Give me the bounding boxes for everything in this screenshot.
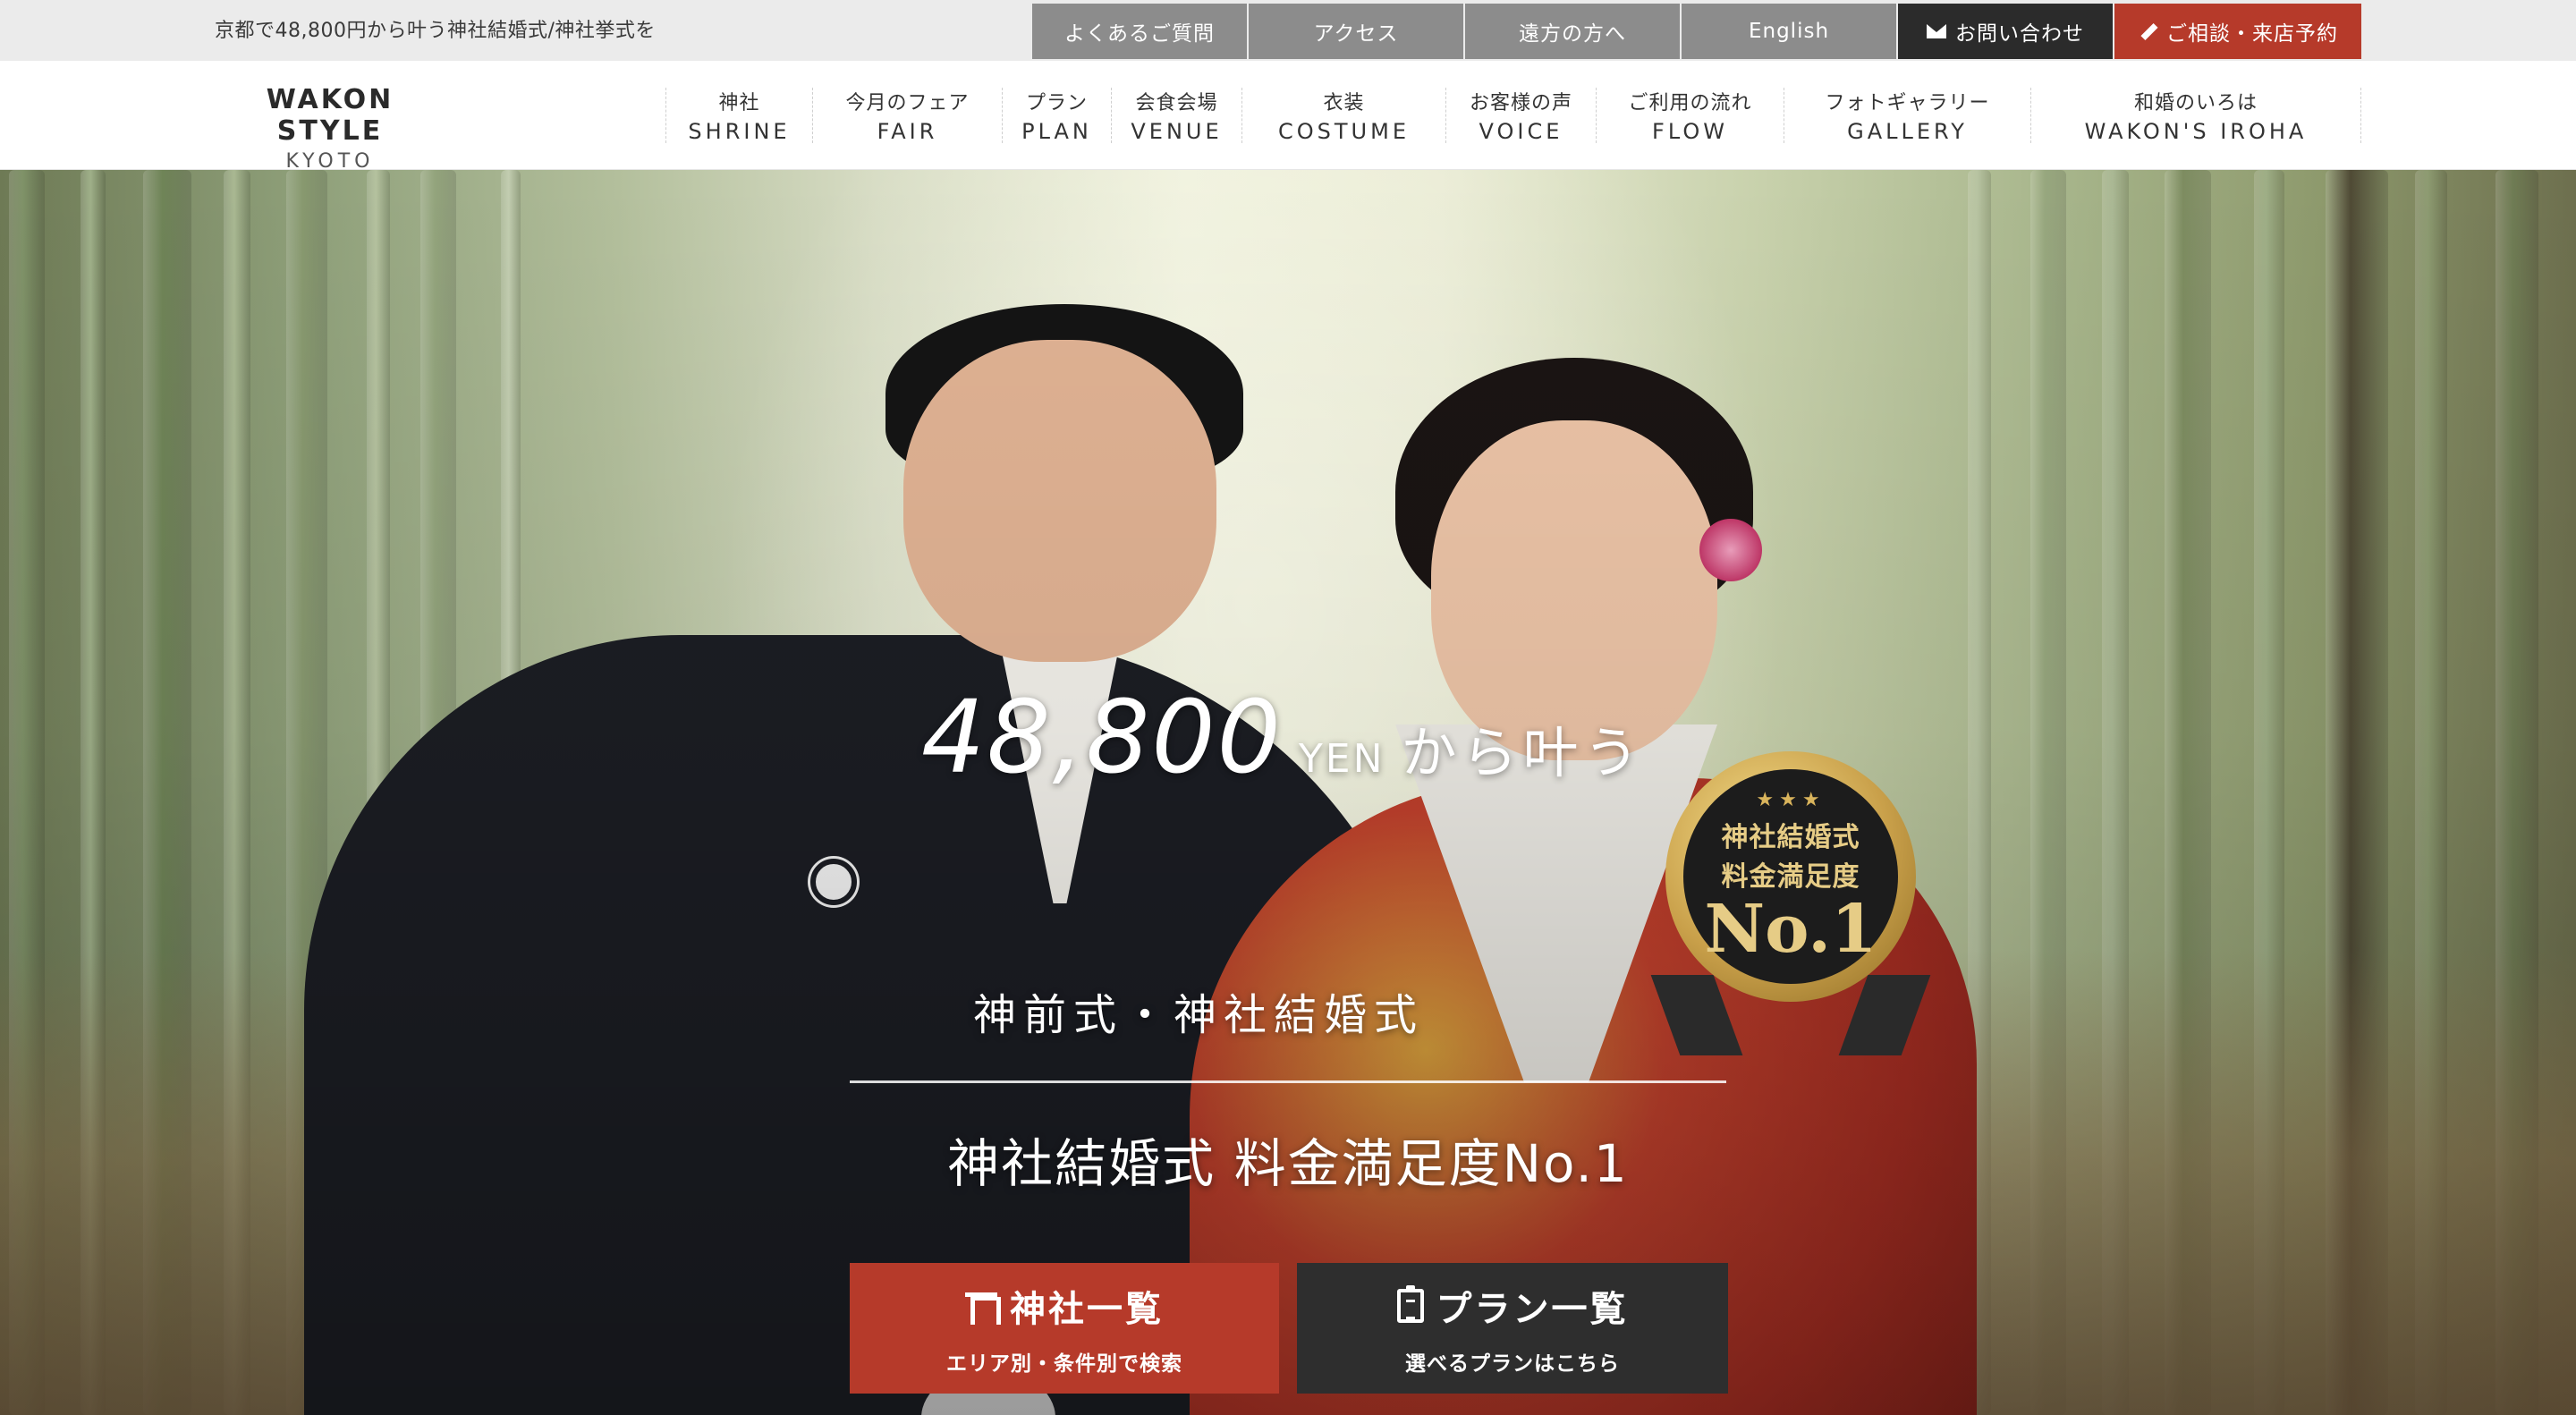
english-link-label: English	[1748, 20, 1830, 43]
nav-venue[interactable]: 会食会場 VENUE	[1111, 88, 1241, 144]
nav-venue-jp: 会食会場	[1135, 92, 1218, 114]
shrine-list-title: 神社一覧	[1010, 1289, 1164, 1330]
hero-price: 48,800	[921, 680, 1283, 796]
nav-shrine-jp: 神社	[718, 92, 760, 114]
nav-gallery-en: GALLERY	[1847, 119, 1968, 144]
nav-gallery[interactable]: フォトギャラリー GALLERY	[1784, 88, 2030, 144]
remote-visitors-link-label: 遠方の方へ	[1519, 22, 1626, 46]
nav-shrine[interactable]: 神社 SHRINE	[665, 88, 812, 144]
access-link[interactable]: アクセス	[1249, 4, 1463, 59]
nav-shrine-en: SHRINE	[688, 119, 791, 144]
plan-list-title-row: プラン一覧	[1396, 1280, 1629, 1332]
faq-link-label: よくあるご質問	[1064, 22, 1215, 46]
badge-line-1: 神社結婚式	[1721, 821, 1860, 853]
pencil-icon	[2138, 21, 2157, 41]
shrine-list-subtitle: エリア別・条件別で検索	[946, 1352, 1182, 1376]
nav-fair-en: FAIR	[877, 119, 938, 144]
nav-plan-en: PLAN	[1021, 119, 1092, 144]
nav-fair[interactable]: 今月のフェア FAIR	[812, 88, 1002, 144]
access-link-label: アクセス	[1313, 22, 1399, 46]
site-tagline: 京都で48,800円から叶う神社結婚式/神社挙式を	[215, 20, 656, 42]
badge-inner: ★★★ 神社結婚式 料金満足度 No.1	[1683, 769, 1898, 984]
badge-stars: ★★★	[1756, 788, 1826, 811]
plan-list-subtitle: 選べるプランはこちら	[1405, 1352, 1620, 1376]
nav-costume-jp: 衣装	[1323, 92, 1365, 114]
nav-iroha-jp: 和婚のいろは	[2133, 92, 2258, 114]
english-link[interactable]: English	[1682, 4, 1896, 59]
clipboard-icon	[1396, 1285, 1424, 1323]
nav-flow[interactable]: ご利用の流れ FLOW	[1596, 88, 1784, 144]
nav-costume-en: COSTUME	[1278, 119, 1410, 144]
hero-price-catch: 48,800 YEN から叶う	[921, 680, 1645, 796]
nav-iroha-en: WAKON'S IROHA	[2084, 119, 2308, 144]
plan-list-button[interactable]: プラン一覧 選べるプランはこちら	[1297, 1263, 1728, 1394]
badge-line-3: No.1	[1704, 890, 1877, 968]
satisfaction-no1-badge: ★★★ 神社結婚式 料金満足度 No.1	[1665, 751, 1916, 1002]
contact-button-label: お問い合わせ	[1955, 22, 2084, 46]
nav-venue-en: VENUE	[1131, 119, 1223, 144]
nav-flow-en: FLOW	[1652, 119, 1728, 144]
hero-divider	[850, 1080, 1726, 1083]
nav-plan[interactable]: プラン PLAN	[1002, 88, 1111, 144]
plan-list-title: プラン一覧	[1436, 1289, 1629, 1330]
remote-visitors-link[interactable]: 遠方の方へ	[1465, 4, 1680, 59]
shrine-list-button[interactable]: 神社一覧 エリア別・条件別で検索	[850, 1263, 1279, 1394]
site-header: WAKON STYLE KYOTO 神社 SHRINE 今月のフェア FAIR …	[0, 61, 2576, 173]
faq-link[interactable]: よくあるご質問	[1032, 4, 1247, 59]
torii-icon	[965, 1291, 1001, 1325]
hero-section: 48,800 YEN から叶う 神前式・神社結婚式 神社結婚式 料金満足度No.…	[0, 170, 2576, 1415]
nav-gallery-jp: フォトギャラリー	[1825, 92, 1990, 114]
top-utility-bar: 京都で48,800円から叶う神社結婚式/神社挙式を よくあるご質問 アクセス 遠…	[0, 0, 2576, 61]
logo-main-text: WAKON STYLE	[266, 84, 394, 147]
nav-plan-jp: プラン	[1025, 92, 1088, 114]
badge-line-2: 料金満足度	[1721, 860, 1860, 893]
nav-fair-jp: 今月のフェア	[845, 92, 970, 114]
site-logo[interactable]: WAKON STYLE KYOTO	[213, 84, 447, 173]
hero-currency: YEN	[1298, 736, 1385, 782]
mail-icon	[1927, 24, 1946, 38]
hero-price-suffix: から叶う	[1401, 720, 1645, 785]
nav-iroha[interactable]: 和婚のいろは WAKON'S IROHA	[2030, 88, 2361, 144]
nav-voice-en: VOICE	[1479, 119, 1563, 144]
consultation-booking-label: ご相談・来店予約	[2166, 22, 2338, 46]
shrine-list-title-row: 神社一覧	[965, 1280, 1164, 1332]
nav-voice[interactable]: お客様の声 VOICE	[1445, 88, 1596, 144]
contact-button[interactable]: お問い合わせ	[1898, 4, 2113, 59]
nav-flow-jp: ご利用の流れ	[1628, 92, 1752, 114]
consultation-booking-button[interactable]: ご相談・来店予約	[2114, 4, 2361, 59]
nav-voice-jp: お客様の声	[1469, 92, 1572, 114]
nav-costume[interactable]: 衣装 COSTUME	[1241, 88, 1445, 144]
hero-subtitle: 神前式・神社結婚式	[972, 990, 1424, 1040]
hero-headline: 神社結婚式 料金満足度No.1	[947, 1133, 1629, 1194]
